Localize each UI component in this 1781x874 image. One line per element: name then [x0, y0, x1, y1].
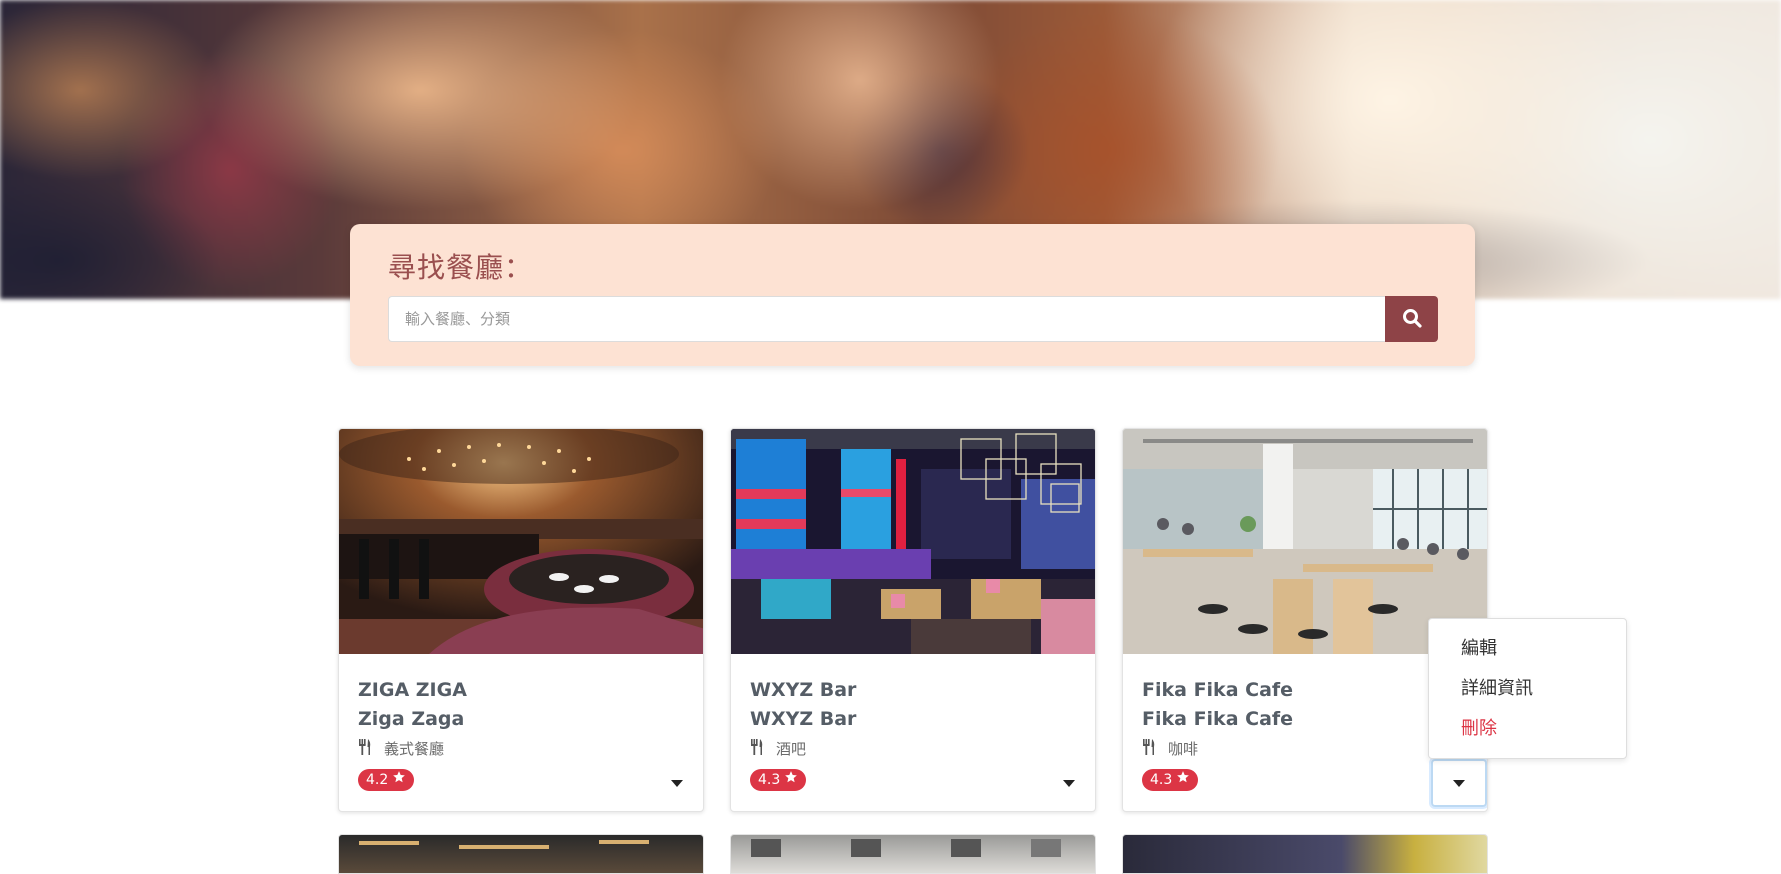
utensils-icon	[1142, 738, 1156, 759]
rating-value: 4.3	[758, 772, 781, 788]
utensils-icon	[750, 738, 764, 759]
caret-down-icon	[1453, 779, 1465, 787]
card-body: WXYZ Bar WXYZ Bar 酒吧 4.3	[731, 654, 1095, 811]
card-dropdown-toggle[interactable]	[1041, 759, 1095, 807]
search-title: 尋找餐廳：	[388, 251, 534, 284]
restaurant-category: 咖啡	[1142, 738, 1198, 759]
restaurant-name-en: Ziga Zaga	[358, 708, 465, 730]
delete-menu-item[interactable]: 刪除	[1429, 709, 1626, 749]
restaurant-card-peek[interactable]	[730, 834, 1096, 874]
category-label: 咖啡	[1168, 740, 1199, 758]
restaurant-category: 義式餐廳	[358, 738, 444, 759]
utensils-icon	[358, 738, 372, 759]
restaurant-card: WXYZ Bar WXYZ Bar 酒吧 4.3	[730, 428, 1096, 812]
search-icon	[1402, 308, 1422, 331]
restaurant-image[interactable]	[339, 429, 703, 654]
card-body: ZIGA ZIGA Ziga Zaga 義式餐廳 4.2	[339, 654, 703, 811]
restaurant-name-en: WXYZ Bar	[750, 708, 857, 730]
caret-down-icon	[1063, 779, 1075, 787]
search-row	[388, 296, 1438, 342]
card-dropdown-toggle[interactable]	[649, 759, 703, 807]
restaurant-name[interactable]: Fika Fika Cafe	[1142, 676, 1293, 705]
restaurant-card-peek[interactable]	[1122, 834, 1488, 874]
restaurant-name[interactable]: ZIGA ZIGA	[358, 676, 467, 705]
search-button[interactable]	[1385, 296, 1438, 342]
rating-badge: 4.3	[750, 769, 807, 791]
category-label: 義式餐廳	[384, 740, 445, 758]
search-panel: 尋找餐廳：	[350, 224, 1475, 366]
restaurant-name[interactable]: WXYZ Bar	[750, 676, 856, 705]
restaurant-category: 酒吧	[750, 738, 806, 759]
card-dropdown-menu: 編輯 詳細資訊 刪除	[1428, 618, 1627, 759]
caret-down-icon	[671, 779, 683, 787]
edit-menu-item[interactable]: 編輯	[1429, 629, 1626, 669]
star-icon	[1176, 769, 1190, 791]
restaurant-card: ZIGA ZIGA Ziga Zaga 義式餐廳 4.2	[338, 428, 704, 812]
rating-value: 4.3	[1150, 772, 1173, 788]
star-icon	[392, 769, 406, 791]
rating-value: 4.2	[366, 772, 389, 788]
rating-badge: 4.2	[358, 769, 415, 791]
restaurant-image[interactable]	[731, 429, 1095, 654]
rating-badge: 4.3	[1142, 769, 1199, 791]
restaurant-card-peek[interactable]	[338, 834, 704, 874]
search-input[interactable]	[388, 296, 1385, 342]
details-menu-item[interactable]: 詳細資訊	[1429, 669, 1626, 709]
restaurant-name-en: Fika Fika Cafe	[1142, 708, 1294, 730]
card-dropdown-toggle[interactable]	[1431, 759, 1487, 807]
category-label: 酒吧	[776, 740, 807, 758]
star-icon	[784, 769, 798, 791]
